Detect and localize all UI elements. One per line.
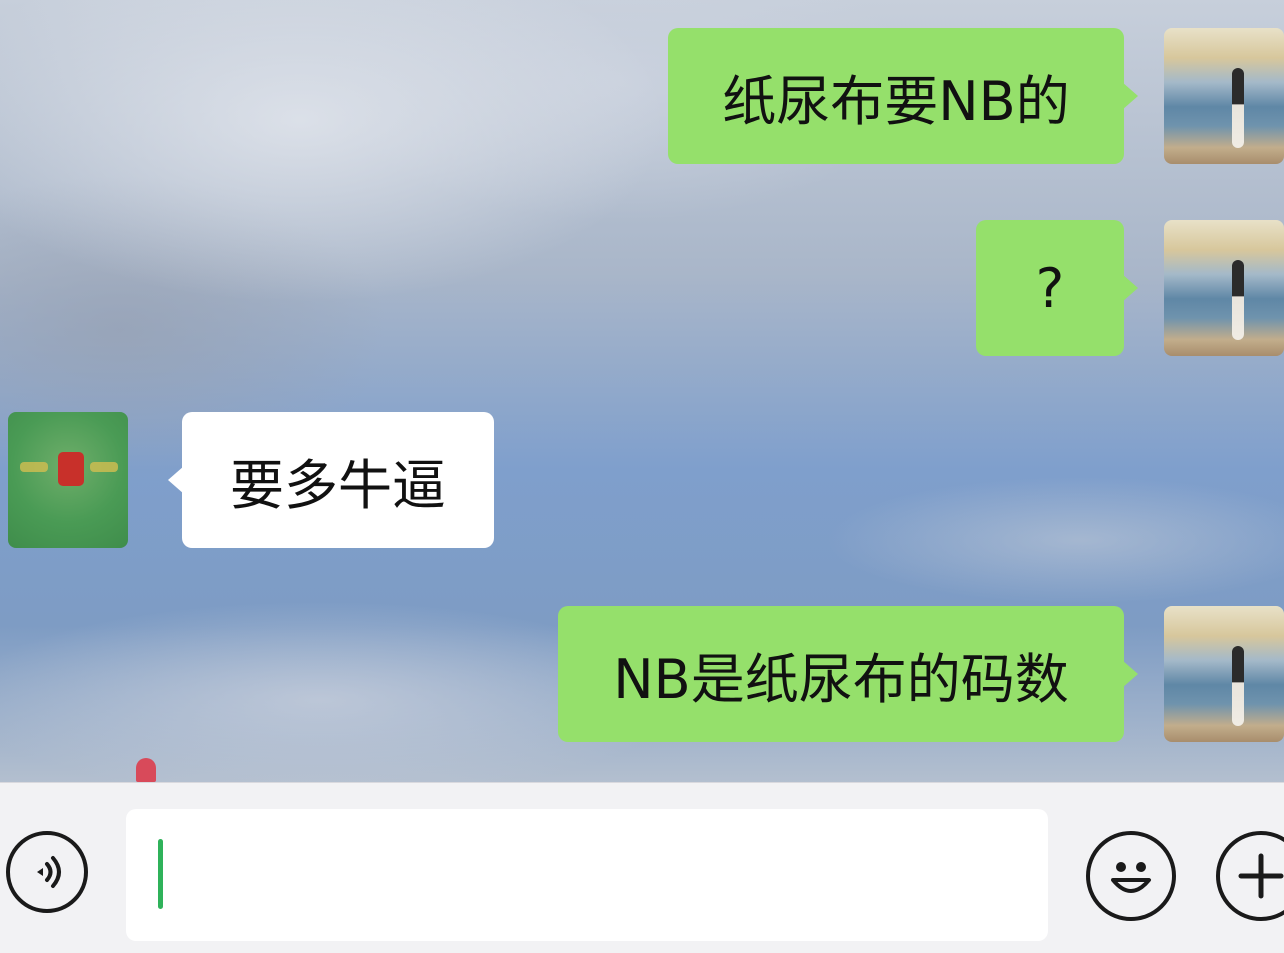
message-bubble-received[interactable]: 要多牛逼	[168, 412, 494, 548]
message-bubble-sent[interactable]: NB是纸尿布的码数	[558, 606, 1138, 742]
partial-sticker	[136, 758, 156, 782]
chat-message-area[interactable]: 纸尿布要NB的 ? 要多牛逼 NB是纸尿布的码数	[0, 0, 1284, 782]
contact-avatar[interactable]	[8, 412, 128, 548]
message-text: 纸尿布要NB的	[722, 69, 1070, 133]
avatar-figure	[1232, 68, 1244, 148]
input-bar	[0, 782, 1284, 953]
avatar-decoration	[90, 462, 118, 472]
my-avatar[interactable]	[1164, 606, 1284, 742]
emoji-button[interactable]	[1086, 831, 1176, 921]
message-text: ?	[1035, 256, 1065, 320]
message-bubble-sent[interactable]: ?	[976, 220, 1138, 356]
emoji-icon	[1111, 862, 1151, 893]
my-avatar[interactable]	[1164, 220, 1284, 356]
message-input[interactable]	[126, 809, 1048, 941]
my-avatar[interactable]	[1164, 28, 1284, 164]
voice-button[interactable]	[6, 831, 88, 913]
message-text: NB是纸尿布的码数	[613, 647, 1069, 711]
plus-icon	[1238, 853, 1284, 899]
plus-button[interactable]	[1216, 831, 1284, 921]
avatar-decoration	[20, 462, 48, 472]
message-bubble-sent[interactable]: 纸尿布要NB的	[668, 28, 1138, 164]
avatar-figure	[1232, 646, 1244, 726]
text-caret	[158, 839, 163, 909]
fu-badge-icon	[58, 452, 84, 486]
avatar-figure	[1232, 260, 1244, 340]
message-text: 要多牛逼	[230, 453, 446, 517]
voice-icon	[37, 856, 61, 888]
